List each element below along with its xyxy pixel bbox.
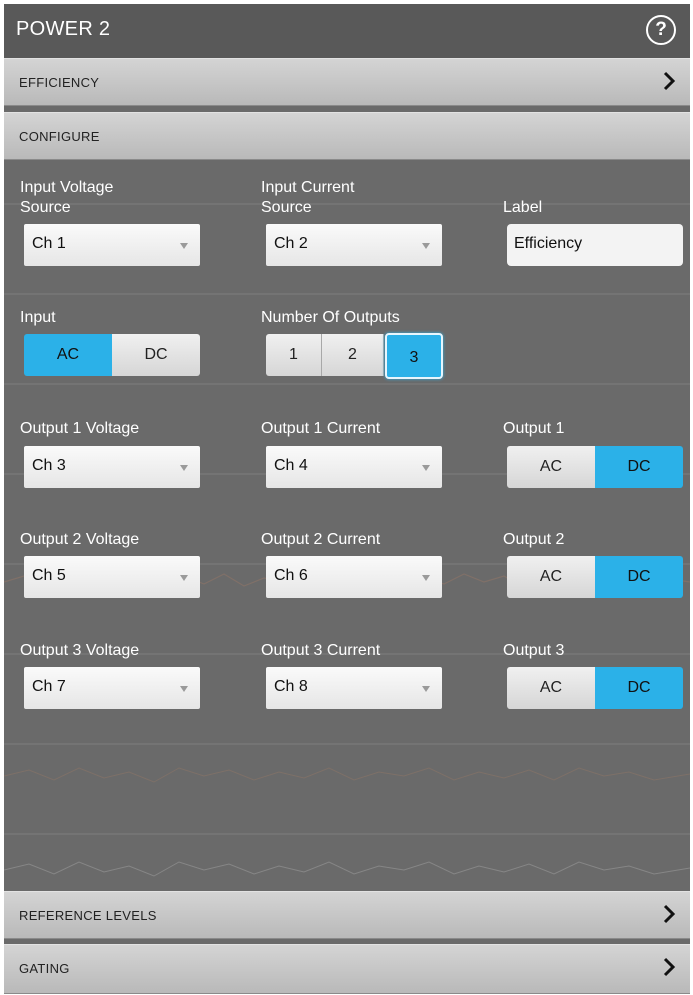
- outputs-3-button[interactable]: 3: [385, 333, 443, 379]
- dropdown-arrow-icon: [422, 686, 430, 692]
- section-reference-levels-label: REFERENCE LEVELS: [19, 908, 157, 923]
- output-2-current-label: Output 2 Current: [261, 531, 381, 548]
- outputs-1-button[interactable]: 1: [266, 334, 322, 376]
- dropdown-arrow-icon: [180, 243, 188, 249]
- input-dc-button[interactable]: DC: [112, 334, 200, 376]
- dropdown-arrow-icon: [422, 575, 430, 581]
- section-efficiency-label: EFFICIENCY: [19, 75, 100, 90]
- output-2-coupling-label: Output 2: [503, 531, 565, 548]
- chevron-right-icon: [663, 71, 676, 91]
- panel-title: POWER 2: [16, 18, 111, 40]
- outputs-2-button[interactable]: 2: [322, 334, 384, 376]
- chevron-right-icon: [663, 904, 676, 924]
- section-configure[interactable]: CONFIGURE: [4, 112, 690, 160]
- output-1-current-label: Output 1 Current: [261, 420, 381, 437]
- dropdown-arrow-icon: [422, 243, 430, 249]
- section-gating[interactable]: GATING: [4, 944, 690, 994]
- output-3-voltage-dropdown[interactable]: Ch 7: [24, 667, 200, 709]
- dropdown-value: Ch 6: [274, 567, 308, 584]
- output-3-coupling-label: Output 3: [503, 642, 565, 659]
- dropdown-arrow-icon: [180, 575, 188, 581]
- section-reference-levels[interactable]: REFERENCE LEVELS: [4, 891, 690, 939]
- output-1-voltage-label: Output 1 Voltage: [20, 420, 140, 437]
- label-input-value: Efficiency: [514, 235, 583, 252]
- input-coupling-label: Input: [20, 309, 56, 326]
- dropdown-value: Ch 8: [274, 678, 308, 695]
- dropdown-value: Ch 7: [32, 678, 66, 695]
- chevron-right-icon: [663, 957, 676, 977]
- background-waveform: [4, 203, 690, 877]
- dropdown-value: Ch 4: [274, 457, 308, 474]
- power-settings-panel: POWER 2 ? EFFICIENCY CONFIGURE Input Vol…: [4, 4, 690, 994]
- output-2-voltage-dropdown[interactable]: Ch 5: [24, 556, 200, 598]
- dropdown-value: Ch 2: [274, 235, 308, 252]
- output-1-dc-button[interactable]: DC: [595, 446, 683, 488]
- dropdown-value: Ch 3: [32, 457, 66, 474]
- dropdown-value: Ch 5: [32, 567, 66, 584]
- output-1-voltage-dropdown[interactable]: Ch 3: [24, 446, 200, 488]
- output-3-current-label: Output 3 Current: [261, 642, 381, 659]
- section-gating-label: GATING: [19, 961, 70, 976]
- output-3-current-dropdown[interactable]: Ch 8: [266, 667, 442, 709]
- output-2-voltage-label: Output 2 Voltage: [20, 531, 140, 548]
- help-icon[interactable]: ?: [646, 15, 676, 45]
- output-3-ac-button[interactable]: AC: [507, 667, 595, 709]
- output-3-dc-button[interactable]: DC: [595, 667, 683, 709]
- section-configure-label: CONFIGURE: [19, 129, 100, 144]
- dropdown-arrow-icon: [422, 465, 430, 471]
- dropdown-value: Ch 1: [32, 235, 66, 252]
- output-2-current-dropdown[interactable]: Ch 6: [266, 556, 442, 598]
- output-1-ac-button[interactable]: AC: [507, 446, 595, 488]
- dropdown-arrow-icon: [180, 465, 188, 471]
- dropdown-arrow-icon: [180, 686, 188, 692]
- output-1-coupling-label: Output 1: [503, 420, 565, 437]
- number-of-outputs-label: Number Of Outputs: [261, 309, 400, 326]
- input-ac-button[interactable]: AC: [24, 334, 112, 376]
- input-current-source-dropdown[interactable]: Ch 2: [266, 224, 442, 266]
- output-3-voltage-label: Output 3 Voltage: [20, 642, 140, 659]
- section-efficiency[interactable]: EFFICIENCY: [4, 58, 690, 106]
- output-2-dc-button[interactable]: DC: [595, 556, 683, 598]
- input-current-source-label: Input Current Source: [261, 179, 355, 216]
- output-1-current-dropdown[interactable]: Ch 4: [266, 446, 442, 488]
- panel-header: POWER 2 ?: [4, 4, 690, 58]
- label-field-label: Label: [503, 199, 543, 216]
- output-2-ac-button[interactable]: AC: [507, 556, 595, 598]
- label-input[interactable]: Efficiency: [507, 224, 683, 266]
- input-voltage-source-dropdown[interactable]: Ch 1: [24, 224, 200, 266]
- input-voltage-source-label: Input Voltage Source: [20, 179, 114, 216]
